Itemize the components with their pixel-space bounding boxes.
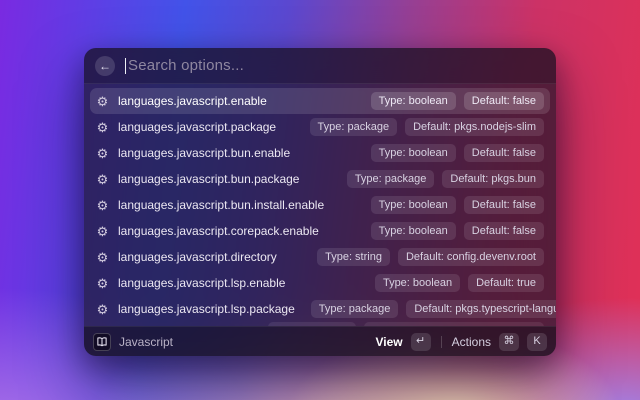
type-badge: Type: package xyxy=(310,118,398,136)
default-badge: Default: pkgs.typescript-language-serve… xyxy=(406,300,556,318)
default-badge: Default: true xyxy=(468,274,544,292)
default-badge: Default: pkgs.bun xyxy=(442,170,544,188)
gear-icon: ⚙ xyxy=(95,277,110,290)
option-name: languages.javascript.bun.enable xyxy=(118,146,290,160)
back-arrow-icon: ← xyxy=(99,60,111,72)
option-name: languages.javascript.corepack.enable xyxy=(118,224,319,238)
type-badge: Type: boolean xyxy=(375,274,460,292)
view-button[interactable]: View xyxy=(376,335,403,349)
k-key-badge[interactable]: K xyxy=(527,333,547,351)
command-key-badge[interactable]: ⌘ xyxy=(499,333,519,351)
gear-icon: ⚙ xyxy=(95,199,110,212)
type-badge: Type: package xyxy=(311,300,399,318)
default-badge: Default: false xyxy=(464,196,544,214)
options-list: ⚙ languages.javascript.enable Type: bool… xyxy=(84,84,556,326)
book-icon xyxy=(93,333,111,351)
gear-icon: ⚙ xyxy=(95,121,110,134)
type-badge: Type: boolean xyxy=(371,222,456,240)
footer-divider xyxy=(441,336,442,348)
option-name: languages.javascript.bun.package xyxy=(118,172,299,186)
default-badge: Default: false xyxy=(464,144,544,162)
search-input[interactable]: Search options... xyxy=(125,57,545,74)
search-bar: ← Search options... xyxy=(84,48,556,84)
footer-context-label: Javascript xyxy=(119,335,173,349)
option-row[interactable]: ⚙ languages.javascript.package Type: pac… xyxy=(90,114,550,140)
footer-bar: Javascript View ↵ Actions ⌘ K xyxy=(84,326,556,356)
gear-icon: ⚙ xyxy=(95,147,110,160)
option-row[interactable]: ⚙ languages.javascript.corepack.enable T… xyxy=(90,218,550,244)
text-caret xyxy=(125,58,126,74)
option-row[interactable]: ⚙ languages.javascript.bun.package Type:… xyxy=(90,166,550,192)
option-row[interactable]: ⚙ languages.javascript.enable Type: bool… xyxy=(90,88,550,114)
search-options-window: ← Search options... ⚙ languages.javascri… xyxy=(84,48,556,356)
option-name: languages.javascript.lsp.package xyxy=(118,302,295,316)
option-name: languages.javascript.enable xyxy=(118,94,267,108)
type-badge: Type: boolean xyxy=(371,144,456,162)
option-name: languages.javascript.directory xyxy=(118,250,277,264)
option-row[interactable]: ⚙ languages.javascript.lsp.package Type:… xyxy=(90,296,550,322)
default-badge: Default: false xyxy=(464,222,544,240)
search-placeholder: Search options... xyxy=(128,57,244,74)
actions-button[interactable]: Actions xyxy=(452,335,491,349)
option-row[interactable]: ⚙ languages.javascript.bun.install.enabl… xyxy=(90,192,550,218)
back-button[interactable]: ← xyxy=(95,56,115,76)
option-row[interactable]: ⚙ languages.javascript.lsp.enable Type: … xyxy=(90,270,550,296)
gear-icon: ⚙ xyxy=(95,251,110,264)
option-name: languages.javascript.package xyxy=(118,120,276,134)
option-name: languages.javascript.bun.install.enable xyxy=(118,198,324,212)
default-badge: Default: pkgs.nodejs-slim xyxy=(405,118,544,136)
type-badge: Type: package xyxy=(347,170,435,188)
default-badge: Default: false xyxy=(464,92,544,110)
gear-icon: ⚙ xyxy=(95,303,110,316)
type-badge: Type: boolean xyxy=(371,196,456,214)
default-badge: Default: config.devenv.root xyxy=(398,248,544,266)
option-name: languages.javascript.lsp.enable xyxy=(118,276,285,290)
type-badge: Type: string xyxy=(317,248,390,266)
type-badge: Type: boolean xyxy=(371,92,456,110)
enter-key-badge[interactable]: ↵ xyxy=(411,333,431,351)
gear-icon: ⚙ xyxy=(95,225,110,238)
option-row[interactable]: ⚙ languages.javascript.directory Type: s… xyxy=(90,244,550,270)
gear-icon: ⚙ xyxy=(95,173,110,186)
option-row[interactable]: ⚙ languages.javascript.bun.enable Type: … xyxy=(90,140,550,166)
gear-icon: ⚙ xyxy=(95,95,110,108)
